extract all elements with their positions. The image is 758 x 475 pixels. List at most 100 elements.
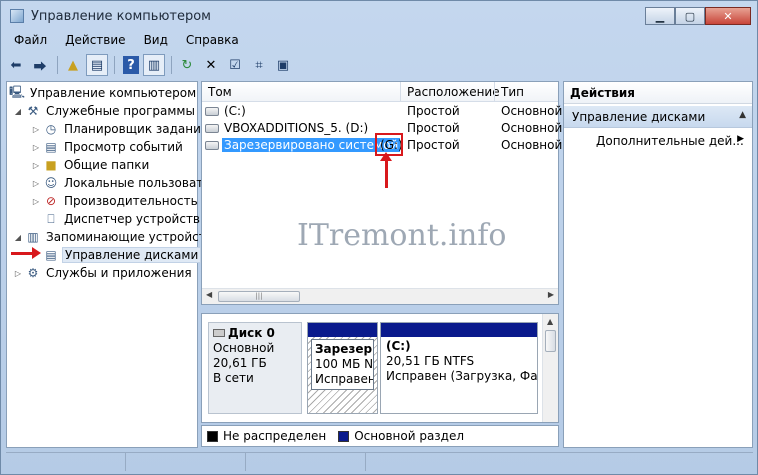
actions-pane: Действия Управление дисками ▲ Дополнител…: [563, 81, 753, 448]
volume-type: Основной: [501, 138, 563, 152]
forward-icon[interactable]: ⮕: [29, 54, 51, 76]
users-icon: ☺: [44, 176, 58, 190]
search-disk-icon[interactable]: ⌗: [248, 54, 270, 76]
partition-size: 100 МБ NT: [315, 357, 374, 371]
minimize-button[interactable]: ▁: [645, 7, 675, 25]
show-hide-action-icon[interactable]: ▥: [143, 54, 165, 76]
disk-management-icon: ▤: [45, 248, 57, 262]
column-header-layout[interactable]: Расположение: [407, 85, 500, 99]
shared-folder-icon: ■: [45, 158, 57, 172]
tree-item-utilities[interactable]: ◢ ⚒ Служебные программы: [13, 102, 197, 120]
column-separator[interactable]: [494, 82, 495, 102]
disk-0-label[interactable]: Диск 0 Основной 20,61 ГБ В сети: [208, 322, 302, 414]
volume-layout: Простой: [407, 121, 460, 135]
export-icon[interactable]: ▣: [272, 54, 294, 76]
volume-layout: Простой: [407, 138, 460, 152]
volume-name: Зарезервировано системой: [222, 138, 401, 152]
legend-swatch-unallocated: [207, 430, 218, 442]
delete-icon[interactable]: ✕: [200, 54, 222, 76]
volume-list: Том Расположение Тип (C:) Простой Основн…: [201, 81, 563, 305]
tree-item-performance[interactable]: ▷ ⊘ Производительность: [31, 192, 200, 210]
tree-item-device-manager[interactable]: ⎕ Диспетчер устройств: [41, 210, 202, 228]
status-bar: [6, 452, 753, 472]
maximize-button[interactable]: ▢: [675, 7, 705, 25]
menu-action[interactable]: Действие: [56, 31, 134, 51]
toolbar-separator: [57, 56, 58, 74]
disk-icon: [213, 329, 225, 337]
partition-size: 20,51 ГБ NTFS: [386, 354, 475, 368]
menu-file[interactable]: Файл: [5, 31, 56, 51]
collapse-icon[interactable]: ◢: [13, 107, 23, 116]
tree-item-disk-management[interactable]: ▤ Управление дисками: [41, 246, 202, 264]
legend-bar: Не распределен Основной раздел: [201, 425, 559, 447]
tools-icon: ⚒: [27, 104, 39, 118]
more-actions-link[interactable]: Дополнительные дей...: [596, 134, 744, 148]
status-segment: [246, 453, 366, 471]
status-segment: [6, 453, 126, 471]
refresh-icon[interactable]: ↻: [176, 54, 198, 76]
column-header-volume[interactable]: Том: [208, 85, 232, 99]
show-hide-tree-icon[interactable]: ▤: [86, 54, 108, 76]
back-icon[interactable]: ⬅: [5, 54, 27, 76]
toolbar: ⬅ ⮕ ▲ ▤ ? ▥ ↻ ✕ ☑ ⌗ ▣: [5, 52, 753, 78]
partition-status: Исправен (Загрузка, Файл: [386, 369, 537, 383]
column-header-row: Том Расположение Тип: [202, 82, 558, 102]
device-manager-icon: ⎕: [47, 211, 55, 226]
partition-c[interactable]: (C:) 20,51 ГБ NTFS Исправен (Загрузка, Ф…: [380, 322, 538, 414]
tree-item-services[interactable]: ▷ ⚙ Службы и приложения: [13, 264, 194, 282]
partition-reserved[interactable]: Зарезерви 100 МБ NT Исправен: [307, 322, 378, 414]
scroll-thumb[interactable]: [545, 330, 556, 352]
column-header-type[interactable]: Тип: [501, 85, 524, 99]
tree-item-scheduler[interactable]: ▷ ◷ Планировщик заданий: [31, 120, 211, 138]
menu-view[interactable]: Вид: [135, 31, 177, 51]
actions-section-disk-management[interactable]: Управление дисками ▲: [564, 106, 752, 128]
collapse-icon[interactable]: ◢: [13, 233, 23, 242]
partition-bar: [308, 323, 377, 337]
toolbar-separator: [114, 56, 115, 74]
expand-icon[interactable]: ▷: [31, 197, 41, 206]
watermark: ITremont.info: [297, 218, 507, 253]
volume-type: Основной: [501, 121, 563, 135]
expand-icon[interactable]: ▷: [31, 179, 41, 188]
close-button[interactable]: ✕: [705, 7, 751, 25]
tree-item-local-users[interactable]: ▷ ☺ Локальные пользовате: [31, 174, 213, 192]
disk-status: В сети: [213, 371, 254, 385]
storage-icon: ▥: [27, 230, 39, 244]
partition-status: Исправен: [315, 372, 374, 386]
legend-swatch-primary: [338, 430, 350, 442]
volume-layout: Простой: [407, 104, 460, 118]
scroll-left-icon[interactable]: ◀: [206, 290, 212, 299]
expand-icon[interactable]: ▷: [13, 269, 23, 278]
expand-icon[interactable]: ▷: [31, 125, 41, 134]
clock-icon: ◷: [45, 122, 57, 136]
red-arrow-icon: [380, 152, 392, 188]
cd-drive-icon: [205, 124, 219, 133]
partition-name: Зарезерви: [315, 342, 373, 356]
column-separator[interactable]: [400, 82, 401, 102]
scroll-thumb[interactable]: |||: [218, 291, 300, 302]
console-tree: 🖳 Управление компьютером (л ◢ ⚒ Служебны…: [6, 81, 212, 448]
title-bar[interactable]: Управление компьютером ▁ ▢ ✕: [1, 1, 757, 31]
red-arrow-icon: [11, 247, 41, 259]
menu-help[interactable]: Справка: [177, 31, 248, 51]
expand-icon[interactable]: ▷: [31, 143, 41, 152]
submenu-arrow-icon[interactable]: ▶: [737, 134, 744, 144]
vertical-scrollbar[interactable]: ▲: [542, 314, 558, 422]
properties-icon[interactable]: ☑: [224, 54, 246, 76]
expand-icon[interactable]: ▷: [31, 161, 41, 170]
legend-label-primary: Основной раздел: [354, 429, 465, 443]
tree-item-shared-folders[interactable]: ▷ ■ Общие папки: [31, 156, 151, 174]
menu-bar: Файл Действие Вид Справка: [5, 31, 248, 51]
disk-graph-view: Диск 0 Основной 20,61 ГБ В сети Зарезерв…: [201, 313, 559, 423]
scroll-right-icon[interactable]: ▶: [548, 290, 554, 299]
help-icon[interactable]: ?: [123, 56, 139, 74]
tree-item-root[interactable]: 🖳 Управление компьютером (л: [7, 84, 214, 102]
volume-row[interactable]: (C:) Простой Основной: [202, 103, 562, 120]
volume-name: (C:): [224, 104, 246, 118]
scroll-up-icon[interactable]: ▲: [547, 317, 553, 326]
collapse-up-icon[interactable]: ▲: [739, 110, 746, 120]
up-folder-icon[interactable]: ▲: [62, 54, 84, 76]
horizontal-scrollbar[interactable]: ◀ ||| ▶: [202, 288, 558, 304]
tree-item-storage[interactable]: ◢ ▥ Запоминающие устройст: [13, 228, 208, 246]
tree-item-event-viewer[interactable]: ▷ ▤ Просмотр событий: [31, 138, 185, 156]
